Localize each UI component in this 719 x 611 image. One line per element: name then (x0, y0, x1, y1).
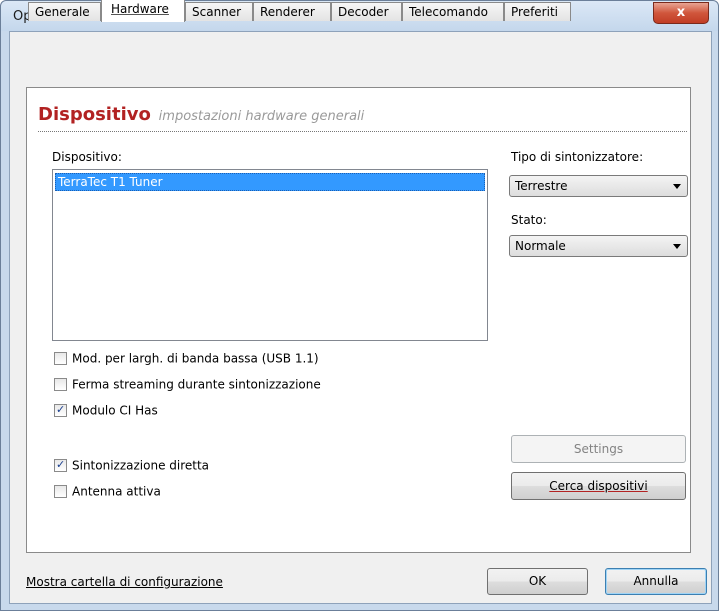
checkbox-box[interactable] (54, 352, 67, 365)
checkbox-label: Sintonizzazione diretta (72, 458, 210, 473)
active-antenna-checkbox[interactable]: Antenna attiva (54, 484, 161, 500)
close-icon: x (676, 5, 686, 20)
checkbox-label: Modulo CI Has (72, 403, 158, 418)
checkbox-box[interactable] (54, 378, 67, 391)
ok-button[interactable]: OK (487, 568, 588, 595)
device-listbox[interactable]: TerraTec T1 Tuner (52, 169, 488, 341)
search-devices-button[interactable]: Cerca dispositivi (511, 472, 686, 500)
search-devices-label: Cerca dispositivi (549, 479, 648, 493)
dotted-divider (38, 131, 687, 132)
chevron-down-icon (673, 184, 681, 189)
direct-tuning-checkbox[interactable]: Sintonizzazione diretta (54, 458, 209, 474)
state-value: Normale (515, 239, 566, 253)
tuner-type-value: Terrestre (515, 179, 568, 193)
tab-telecomando[interactable]: Telecomando (402, 2, 504, 21)
tab-scanner[interactable]: Scanner (185, 2, 253, 21)
checkbox-label: Mod. per largh. di banda bassa (USB 1.1) (72, 351, 319, 366)
device-label: Dispositivo: (52, 150, 122, 164)
stop-streaming-checkbox[interactable]: Ferma streaming durante sintonizzazione (54, 377, 321, 393)
low-bandwidth-checkbox[interactable]: Mod. per largh. di banda bassa (USB 1.1) (54, 351, 319, 367)
tab-generale[interactable]: Generale (28, 2, 101, 21)
ci-module-checkbox[interactable]: Modulo CI Has (54, 403, 158, 419)
section-title: Dispositivo (38, 104, 151, 125)
checkbox-box[interactable] (54, 403, 67, 417)
chevron-down-icon (673, 244, 681, 249)
tab-hardware[interactable]: Hardware (101, 0, 185, 22)
section-subtitle: impostazioni hardware generali (158, 109, 365, 124)
checkbox-box[interactable] (54, 485, 67, 498)
tab-preferiti[interactable]: Preferiti (504, 2, 571, 21)
state-label: Stato: (511, 213, 547, 227)
checkbox-label: Ferma streaming durante sintonizzazione (72, 377, 321, 392)
tab-hardware-label: Hardware (111, 2, 169, 16)
checkbox-label: Antenna attiva (72, 484, 161, 499)
close-button[interactable]: x (653, 2, 709, 24)
checkbox-box[interactable] (54, 458, 67, 472)
tab-decoder[interactable]: Decoder (331, 2, 402, 21)
tuner-type-select[interactable]: Terrestre (509, 175, 688, 197)
state-select[interactable]: Normale (509, 235, 688, 257)
list-item[interactable]: TerraTec T1 Tuner (55, 173, 485, 191)
section-heading: Dispositivo impostazioni hardware genera… (38, 104, 364, 125)
tuner-type-label: Tipo di sintonizzatore: (511, 150, 644, 164)
show-config-folder-link[interactable]: Mostra cartella di configurazione (26, 575, 223, 589)
cancel-button[interactable]: Annulla (605, 568, 707, 595)
tab-renderer[interactable]: Renderer (253, 2, 331, 21)
settings-button[interactable]: Settings (511, 435, 686, 463)
